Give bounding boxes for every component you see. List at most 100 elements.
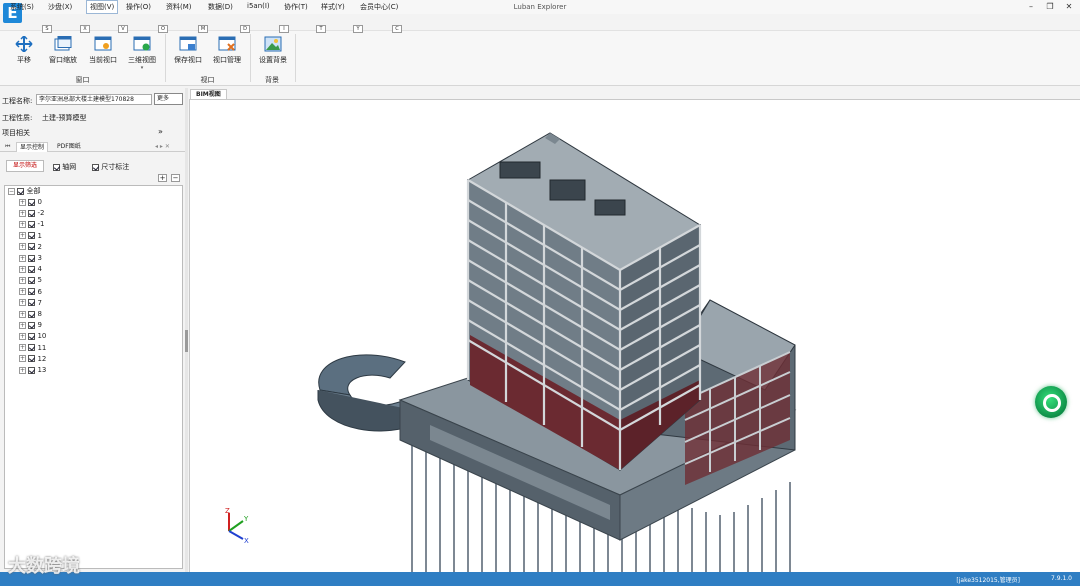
- checkbox-checked-icon[interactable]: [17, 187, 25, 195]
- minimize-icon[interactable]: –: [1024, 2, 1038, 12]
- tree-floor-item[interactable]: + 12: [19, 354, 46, 365]
- checkbox-checked-icon[interactable]: [28, 220, 36, 228]
- expand-node-icon[interactable]: +: [19, 310, 26, 318]
- expand-node-icon[interactable]: +: [19, 254, 26, 262]
- tab-nav-icons[interactable]: ◂ ▸ ✕: [152, 142, 173, 152]
- tree-floor-item[interactable]: + 5: [19, 275, 42, 286]
- expand-node-icon[interactable]: +: [19, 232, 26, 240]
- expand-node-icon[interactable]: +: [19, 355, 26, 363]
- expand-node-icon[interactable]: +: [19, 198, 26, 206]
- expand-node-icon[interactable]: +: [19, 299, 26, 307]
- tab-pdf-drawings[interactable]: PDF图纸: [54, 142, 84, 152]
- menu-item[interactable]: 样式(Y): [321, 2, 345, 12]
- menu-item[interactable]: 数据(D): [208, 2, 233, 12]
- expand-node-icon[interactable]: +: [19, 220, 26, 228]
- floating-assistant-button[interactable]: [1035, 386, 1067, 418]
- tree-floor-item[interactable]: + -2: [19, 208, 44, 219]
- tree-floor-item[interactable]: + 9: [19, 320, 42, 331]
- ribbon-toolbar: 平移 窗口缩放 当前视口 三维视图 ▾ 保存视口 视口管理 设置背景 窗口 视口…: [0, 30, 1080, 86]
- checkbox-checked-icon[interactable]: [28, 209, 36, 217]
- checkbox-checked-icon[interactable]: [28, 198, 36, 206]
- expand-node-icon[interactable]: +: [19, 344, 26, 352]
- checkbox-checked-icon[interactable]: [28, 243, 36, 251]
- grid-checkbox[interactable]: 轴网: [53, 162, 76, 172]
- tree-floor-item[interactable]: + 10: [19, 331, 46, 342]
- checkbox-checked-icon[interactable]: [28, 355, 36, 363]
- splitter-grip[interactable]: [185, 330, 188, 352]
- save-viewport-button[interactable]: 保存视口: [170, 35, 206, 71]
- tree-floor-item[interactable]: + 2: [19, 242, 42, 253]
- tree-floor-item[interactable]: + 11: [19, 343, 46, 354]
- collapse-icon[interactable]: »: [158, 127, 163, 136]
- menu-item[interactable]: 视图(V): [86, 0, 119, 14]
- checkbox-checked-icon[interactable]: [28, 254, 36, 262]
- restore-icon[interactable]: ❐: [1043, 2, 1057, 12]
- checkbox-checked-icon[interactable]: [28, 366, 36, 374]
- menu-item[interactable]: 系统(S): [10, 2, 34, 12]
- checkbox-checked-icon[interactable]: [28, 321, 36, 329]
- menu-item[interactable]: i5an(I): [247, 2, 270, 10]
- checkbox-checked-icon[interactable]: [28, 276, 36, 284]
- 3d-view-button[interactable]: 三维视图 ▾: [124, 35, 160, 71]
- expand-node-icon[interactable]: +: [19, 265, 26, 273]
- tree-floor-label: 1: [37, 231, 42, 240]
- menu-item[interactable]: 操作(O): [126, 2, 151, 12]
- checkbox-checked-icon[interactable]: [28, 265, 36, 273]
- dropdown-icon[interactable]: ▾: [124, 65, 160, 71]
- tree-floor-label: 13: [37, 366, 47, 374]
- tree-floor-item[interactable]: + 4: [19, 264, 42, 275]
- expand-node-icon[interactable]: +: [19, 276, 26, 284]
- tab-bim-view[interactable]: BIM视图: [190, 89, 227, 99]
- tree-floor-item[interactable]: + 0: [19, 197, 42, 208]
- window-title: Luban Explorer: [513, 3, 567, 11]
- menu-item[interactable]: 资料(M): [166, 2, 192, 12]
- current-viewport-button[interactable]: 当前视口: [85, 35, 121, 71]
- tab-display-control[interactable]: 显示控制: [16, 142, 49, 152]
- set-background-button[interactable]: 设置背景: [255, 35, 291, 71]
- display-filter-button[interactable]: 显示筛选: [6, 160, 44, 172]
- expand-node-icon[interactable]: +: [19, 366, 26, 374]
- checkbox-checked-icon[interactable]: [28, 344, 36, 352]
- tree-floor-item[interactable]: + 8: [19, 309, 42, 320]
- tree-floor-item[interactable]: + -1: [19, 219, 44, 230]
- section-label: 项目相关: [2, 129, 30, 137]
- expand-all-button[interactable]: +: [158, 174, 167, 182]
- tree-floor-item[interactable]: + 3: [19, 253, 42, 264]
- pan-button[interactable]: 平移: [6, 35, 42, 71]
- checkbox-checked-icon[interactable]: [28, 232, 36, 240]
- menu-item[interactable]: 沙盘(X): [48, 2, 72, 12]
- tree-floor-item[interactable]: + 1: [19, 231, 42, 242]
- tree-floor-item[interactable]: + 13: [19, 365, 46, 376]
- window-zoom-button[interactable]: 窗口缩放: [45, 35, 81, 71]
- bim-viewport[interactable]: Z Y X: [189, 99, 1080, 573]
- tab-scroll-left-icon[interactable]: ⏮: [2, 142, 13, 152]
- expand-node-icon[interactable]: +: [19, 321, 26, 329]
- dimension-checkbox[interactable]: 尺寸标注: [92, 162, 129, 172]
- expand-node-icon[interactable]: +: [19, 288, 26, 296]
- shortcut-key-badge: T: [316, 25, 326, 33]
- building-model[interactable]: [190, 100, 1080, 573]
- tree-floor-item[interactable]: + 7: [19, 298, 42, 309]
- more-button[interactable]: 更多: [154, 93, 183, 105]
- close-icon[interactable]: ✕: [1062, 2, 1076, 12]
- expand-node-icon[interactable]: +: [19, 332, 26, 340]
- tree-floor-item[interactable]: + 6: [19, 287, 42, 298]
- project-name-select[interactable]: 李尔亚洲总部大楼土建模型170828: [36, 94, 152, 105]
- collapse-all-button[interactable]: −: [171, 174, 180, 182]
- title-bar: Luban Explorer – ❐ ✕: [0, 0, 1080, 14]
- tree-floor-label: -2: [37, 209, 45, 218]
- checkbox-checked-icon[interactable]: [28, 299, 36, 307]
- checkbox-checked-icon[interactable]: [28, 310, 36, 318]
- collapse-node-icon[interactable]: −: [8, 187, 15, 195]
- current-viewport-label: 当前视口: [89, 56, 117, 64]
- viewport-manage-button[interactable]: 视口管理: [209, 35, 245, 71]
- axis-y-label: Y: [243, 515, 249, 523]
- checkbox-checked-icon[interactable]: [28, 332, 36, 340]
- menu-item[interactable]: 会员中心(C): [360, 2, 398, 12]
- expand-node-icon[interactable]: +: [19, 209, 26, 217]
- menu-item[interactable]: 协作(T): [284, 2, 308, 12]
- tree-floor-label: 10: [37, 332, 47, 341]
- expand-node-icon[interactable]: +: [19, 243, 26, 251]
- checkbox-checked-icon[interactable]: [28, 288, 36, 296]
- tree-root[interactable]: − 全部: [8, 186, 40, 197]
